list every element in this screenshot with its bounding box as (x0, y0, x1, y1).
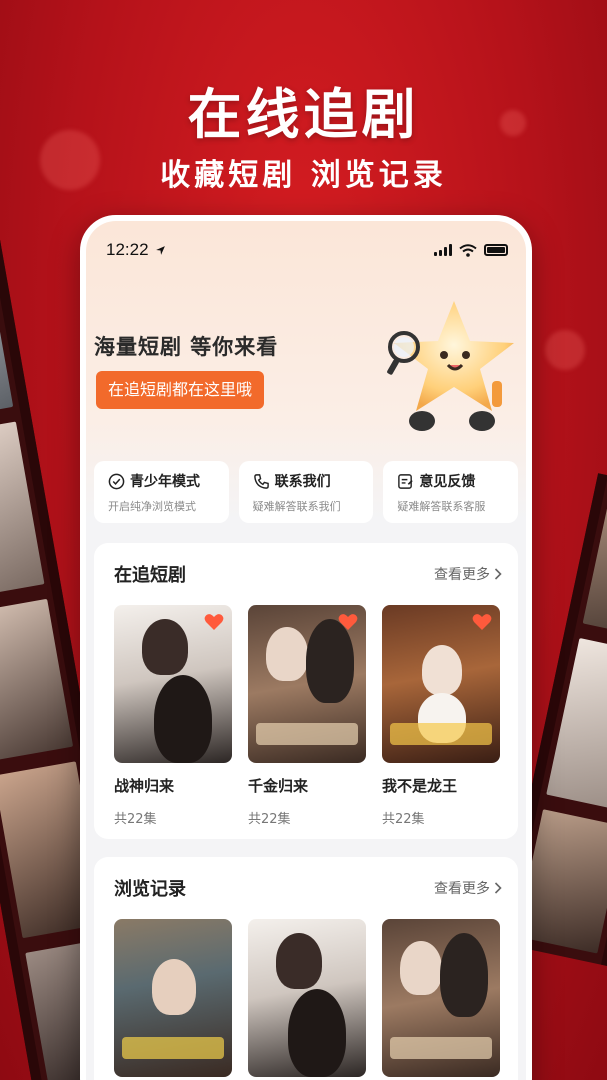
signal-icon (434, 244, 452, 256)
history-card[interactable] (382, 919, 500, 1077)
drama-title: 我不是龙王 (382, 777, 458, 795)
star-mascot-icon (387, 301, 514, 431)
section-title: 在追短剧 (114, 565, 186, 586)
battery-icon (484, 244, 508, 256)
quick-action-title: 联系我们 (274, 474, 331, 490)
drama-title: 千金归来 (248, 777, 309, 795)
drama-poster (382, 605, 500, 763)
favorite-heart-icon[interactable] (204, 613, 224, 631)
phone-mockup: 12:22 海量短剧 等你来看 在追短剧都在这里哦 青少年模式 开启纯净浏览模式… (80, 215, 532, 1080)
wifi-icon (459, 243, 477, 257)
status-bar: 12:22 (106, 239, 508, 261)
watching-section: 在追短剧 查看更多 战神归来 共22集 千金归来 共22集 我不是龙王 共22集 (94, 543, 518, 839)
banner-button[interactable]: 在追短剧都在这里哦 (96, 371, 265, 409)
promo-subtitle: 收藏短剧 浏览记录 (160, 158, 447, 193)
status-time: 12:22 (106, 240, 149, 259)
drama-poster (248, 605, 366, 763)
drama-card[interactable]: 战神归来 共22集 (114, 605, 232, 827)
drama-card[interactable]: 千金归来 共22集 (248, 605, 366, 827)
chevron-right-icon (494, 568, 502, 580)
bokeh-decoration (545, 330, 585, 370)
feedback-icon (398, 473, 414, 489)
quick-action-subtitle: 疑难解答联系我们 (252, 500, 341, 513)
quick-action-subtitle: 开启纯净浏览模式 (108, 500, 196, 513)
drama-episodes: 共22集 (114, 812, 157, 827)
contact-us-card[interactable]: 联系我们 疑难解答联系我们 (238, 461, 374, 523)
history-card[interactable] (248, 919, 366, 1077)
location-arrow-icon (155, 245, 165, 255)
drama-poster (114, 605, 232, 763)
quick-action-subtitle: 疑难解答联系客服 (397, 500, 486, 513)
drama-episodes: 共22集 (382, 812, 425, 827)
section-title: 浏览记录 (114, 879, 186, 900)
feedback-card[interactable]: 意见反馈 疑难解答联系客服 (383, 461, 519, 523)
see-more-link[interactable]: 查看更多 (434, 878, 502, 898)
drama-title: 战神归来 (114, 777, 175, 795)
drama-episodes: 共22集 (248, 812, 291, 827)
favorite-heart-icon[interactable] (472, 613, 492, 631)
history-card[interactable] (114, 919, 232, 1077)
drama-poster (114, 919, 232, 1077)
teen-mode-card[interactable]: 青少年模式 开启纯净浏览模式 (94, 461, 229, 523)
see-more-link[interactable]: 查看更多 (434, 564, 502, 584)
quick-action-title: 青少年模式 (130, 474, 200, 490)
chevron-right-icon (494, 882, 502, 894)
favorite-heart-icon[interactable] (338, 613, 358, 631)
shield-check-icon (108, 473, 125, 489)
history-section: 浏览记录 查看更多 (94, 857, 518, 1080)
drama-poster (382, 919, 500, 1077)
quick-action-title: 意见反馈 (419, 474, 476, 490)
promo-title: 在线追剧 (187, 83, 420, 146)
app-screen: 12:22 海量短剧 等你来看 在追短剧都在这里哦 青少年模式 开启纯净浏览模式… (86, 221, 526, 1080)
phone-icon (253, 473, 269, 489)
drama-poster (248, 919, 366, 1077)
see-more-label: 查看更多 (434, 567, 490, 583)
see-more-label: 查看更多 (434, 881, 490, 897)
drama-card[interactable]: 我不是龙王 共22集 (382, 605, 500, 827)
banner-title: 海量短剧 等你来看 (94, 335, 279, 359)
